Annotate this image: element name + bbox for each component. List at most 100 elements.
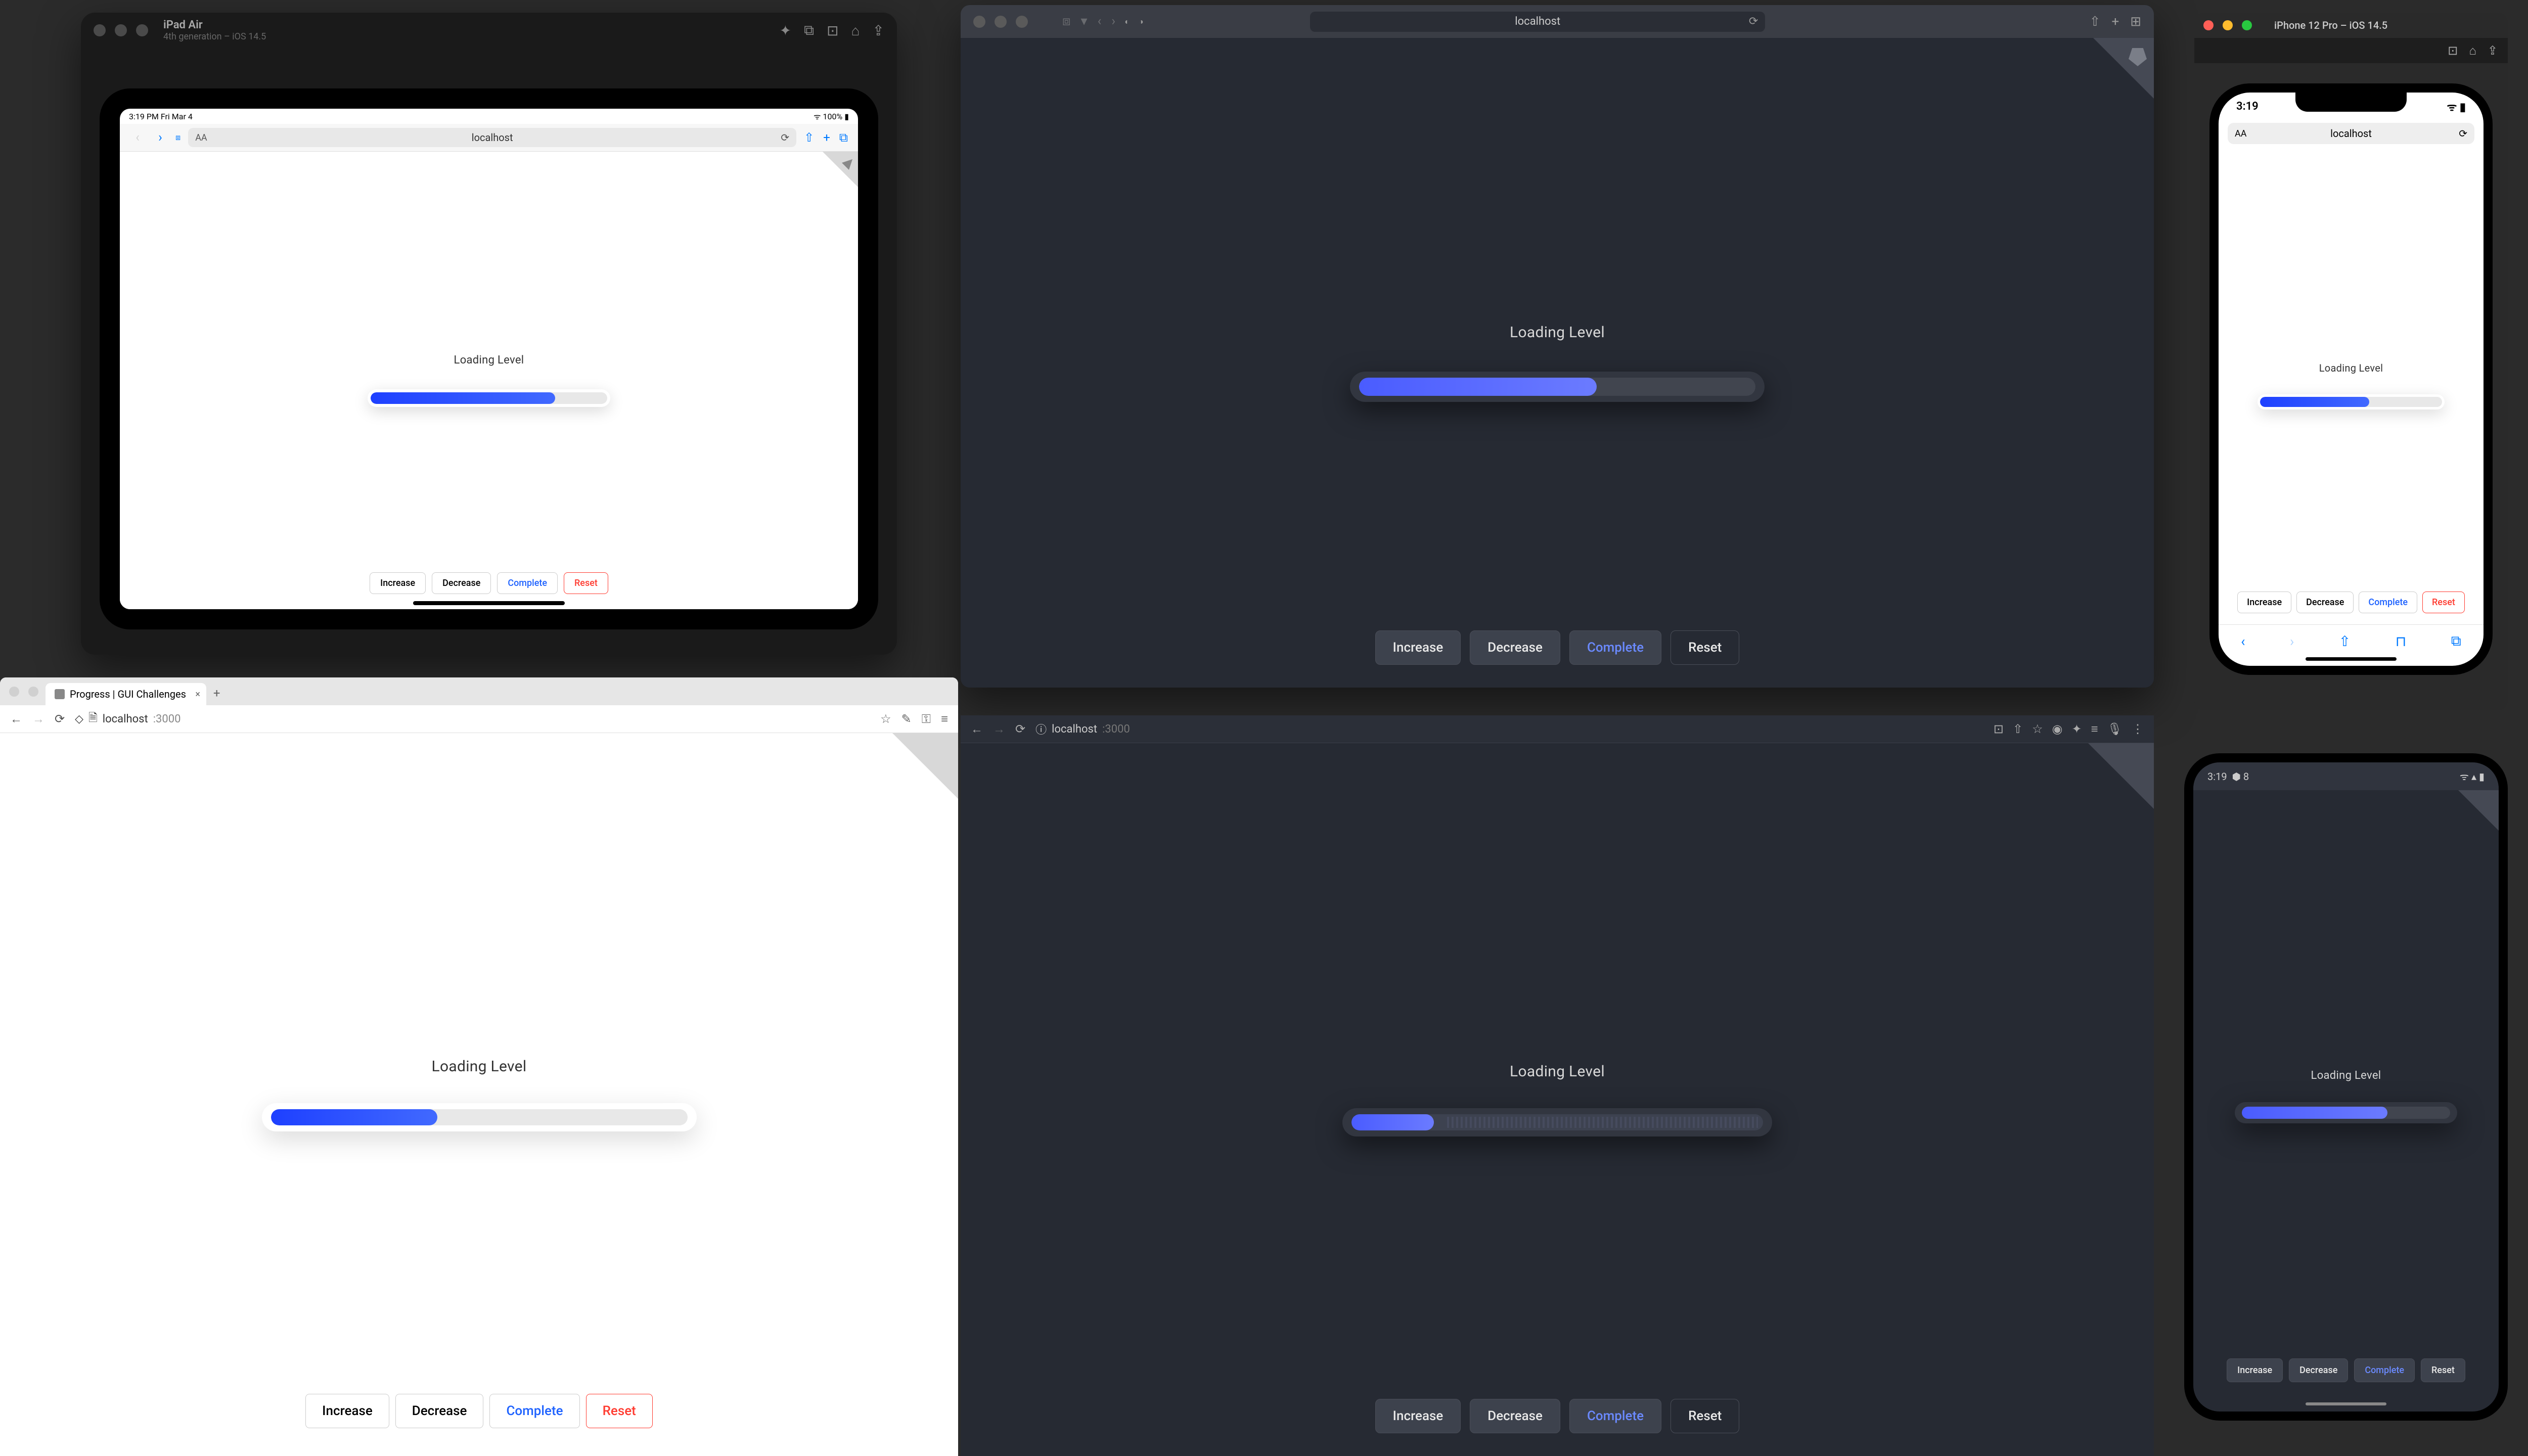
sparkle-icon[interactable]: ✦ [780, 22, 791, 39]
visbug-corner-icon[interactable] [823, 152, 858, 187]
new-tab-icon[interactable]: + [213, 686, 220, 705]
new-tab-icon[interactable]: + [2111, 14, 2119, 29]
forward-icon[interactable]: › [1111, 14, 1115, 29]
forward-icon[interactable]: › [153, 130, 168, 145]
visbug-corner-icon[interactable] [2088, 743, 2154, 809]
reset-button[interactable]: Reset [1671, 630, 1739, 665]
home-indicator[interactable] [413, 601, 565, 605]
increase-button[interactable]: Increase [1375, 630, 1461, 665]
forward-icon[interactable]: › [2290, 633, 2294, 650]
reset-button[interactable]: Reset [2421, 1358, 2465, 1382]
minimize-icon[interactable] [115, 24, 127, 36]
star-icon[interactable]: ☆ [880, 712, 891, 726]
reload-icon[interactable]: ⟳ [781, 131, 789, 144]
reload-icon[interactable]: ⟳ [1015, 722, 1025, 736]
minimize-icon[interactable] [2223, 20, 2233, 30]
menu-icon[interactable]: ≡ [941, 712, 948, 726]
minimize-icon[interactable] [995, 16, 1007, 28]
close-icon[interactable] [94, 24, 106, 36]
complete-button[interactable]: Complete [497, 572, 558, 594]
appearance-icon[interactable]: ◑ [1139, 17, 1144, 27]
complete-button[interactable]: Complete [1569, 630, 1661, 665]
share-icon[interactable]: ⇧ [2339, 633, 2351, 650]
screenshot-icon[interactable]: ⊡ [2448, 43, 2458, 58]
close-icon[interactable] [9, 687, 19, 697]
sidebar-icon[interactable]: ⧈ [1062, 14, 1071, 29]
shield-icon[interactable]: ◇ [75, 713, 83, 725]
visbug-corner-icon[interactable] [892, 733, 958, 799]
screenshot-icon[interactable]: ⧉ [804, 22, 814, 39]
url-field[interactable]: localhost ⟳ [1310, 12, 1765, 32]
share-icon[interactable]: ⇧ [804, 130, 814, 145]
reset-button[interactable]: Reset [1671, 1399, 1739, 1433]
tabs-icon[interactable]: ⧉ [839, 130, 848, 145]
forward-icon[interactable]: → [993, 722, 1005, 737]
back-icon[interactable]: ‹ [130, 130, 145, 145]
increase-button[interactable]: Increase [2227, 1358, 2283, 1382]
decrease-button[interactable]: Decrease [432, 572, 491, 594]
tabs-icon[interactable]: ⧉ [2451, 632, 2461, 650]
new-tab-icon[interactable]: + [823, 130, 830, 145]
url-field[interactable]: AA localhost ⟳ [2228, 123, 2474, 144]
browser-tab[interactable]: Progress | GUI Challenges × [46, 683, 206, 705]
maximize-icon[interactable] [1016, 16, 1028, 28]
increase-button[interactable]: Increase [2237, 592, 2291, 613]
url-field[interactable]: AA localhost ⟳ [188, 128, 796, 147]
maximize-icon[interactable] [136, 24, 148, 36]
reload-icon[interactable]: ⟳ [1749, 15, 1758, 28]
increase-button[interactable]: Increase [370, 572, 426, 594]
increase-button[interactable]: Increase [1375, 1399, 1461, 1433]
record-icon[interactable]: ⊡ [827, 22, 838, 39]
visbug-corner-icon[interactable] [2093, 38, 2154, 99]
complete-button[interactable]: Complete [2359, 592, 2417, 613]
brush-icon[interactable]: ✎ [901, 712, 912, 726]
share-icon[interactable]: ⇪ [873, 22, 884, 39]
sidebar-icon[interactable]: ⧈ [175, 132, 180, 143]
key-icon[interactable]: ⚿ [922, 712, 931, 726]
decrease-button[interactable]: Decrease [1470, 630, 1560, 665]
back-icon[interactable]: ‹ [1098, 14, 1102, 29]
back-icon[interactable]: ← [10, 712, 22, 726]
reload-icon[interactable]: ⟳ [55, 712, 65, 726]
close-icon[interactable] [973, 16, 985, 28]
extension-icon[interactable]: ◉ [2052, 722, 2062, 737]
reset-button[interactable]: Reset [2422, 592, 2465, 613]
visbug-corner-icon[interactable] [2458, 790, 2499, 831]
url-field[interactable]: ◇ 🗎 localhost:3000 [75, 709, 870, 729]
shield-icon[interactable]: ◐ [1124, 17, 1130, 27]
reader-icon[interactable]: AA [195, 132, 207, 143]
reload-icon[interactable]: ⟳ [2459, 127, 2467, 140]
reader-icon[interactable]: AA [2235, 128, 2246, 139]
back-icon[interactable]: ← [971, 722, 983, 737]
close-tab-icon[interactable]: × [195, 689, 200, 700]
info-icon[interactable]: ⓘ [1035, 721, 1047, 737]
decrease-button[interactable]: Decrease [2289, 1358, 2348, 1382]
complete-button[interactable]: Complete [1569, 1399, 1661, 1433]
reset-button[interactable]: Reset [586, 1394, 653, 1428]
reset-button[interactable]: Reset [564, 572, 608, 594]
url-field[interactable]: ⓘ localhost:3000 [1035, 721, 1983, 737]
share-icon[interactable]: ⇪ [2488, 43, 2498, 58]
decrease-button[interactable]: Decrease [395, 1394, 484, 1428]
decrease-button[interactable]: Decrease [2296, 592, 2354, 613]
mic-icon[interactable]: 🎙 [2107, 722, 2123, 737]
back-icon[interactable]: ‹ [2241, 633, 2245, 650]
menu-icon[interactable]: ⋮ [2132, 722, 2144, 737]
bookmarks-icon[interactable]: ⊓ [2396, 633, 2407, 650]
list-icon[interactable]: ≡ [2091, 722, 2098, 737]
close-icon[interactable] [2203, 20, 2214, 30]
install-icon[interactable]: ⊡ [1994, 722, 2004, 737]
share-icon[interactable]: ⇧ [2090, 14, 2101, 29]
minimize-icon[interactable] [28, 687, 38, 697]
home-icon[interactable]: ⌂ [2469, 43, 2476, 58]
puzzle-icon[interactable]: ✦ [2071, 722, 2082, 737]
increase-button[interactable]: Increase [305, 1394, 389, 1428]
tabs-icon[interactable]: ⊞ [2130, 14, 2141, 29]
home-icon[interactable]: ⌂ [851, 22, 860, 39]
forward-icon[interactable]: → [32, 712, 44, 726]
share-icon[interactable]: ⇧ [2013, 722, 2023, 737]
complete-button[interactable]: Complete [489, 1394, 579, 1428]
complete-button[interactable]: Complete [2354, 1358, 2415, 1382]
star-icon[interactable]: ☆ [2032, 722, 2043, 737]
decrease-button[interactable]: Decrease [1470, 1399, 1560, 1433]
